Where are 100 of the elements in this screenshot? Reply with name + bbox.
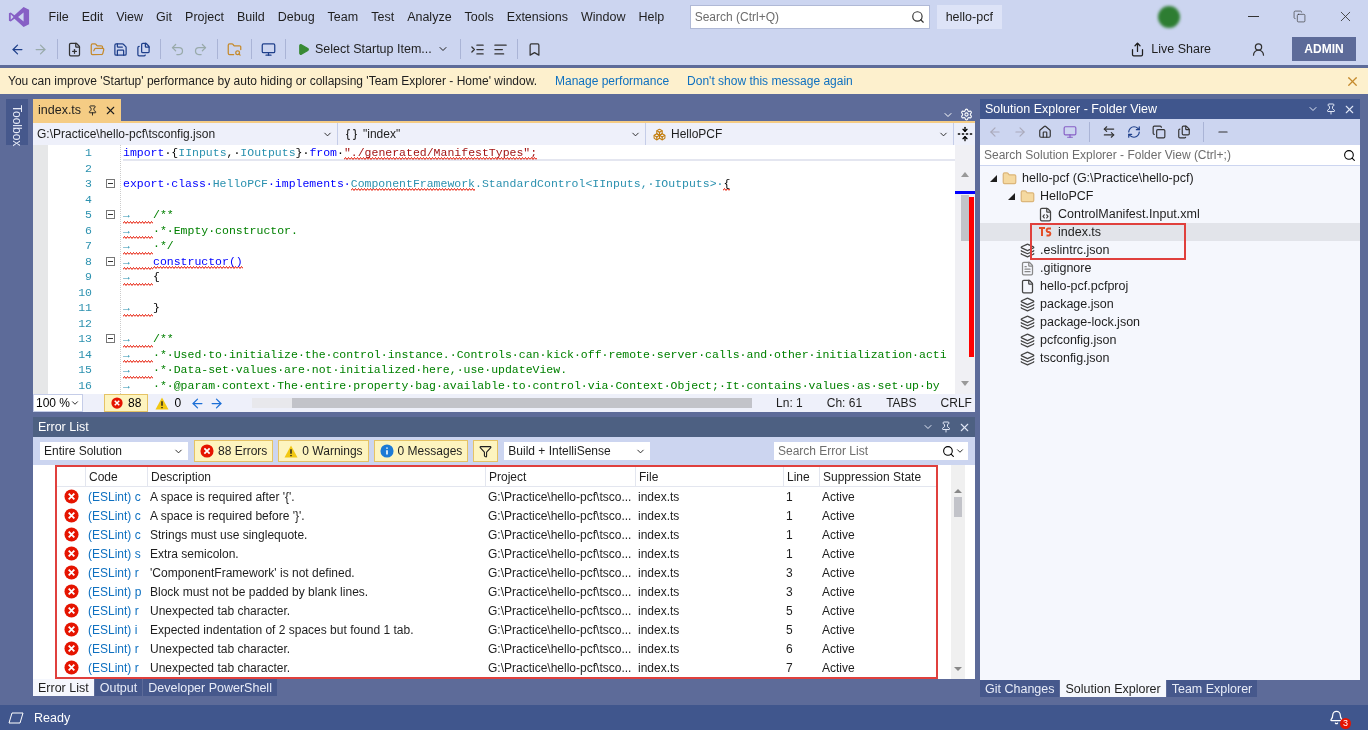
- warning-count-button[interactable]: 0: [148, 394, 189, 412]
- zoom-dropdown[interactable]: 100 %: [33, 394, 84, 412]
- tree-item[interactable]: ControlManifest.Input.xml: [980, 205, 1360, 223]
- toolbox-tab[interactable]: Toolbox: [5, 99, 28, 145]
- account-button[interactable]: ADMIN: [1292, 37, 1356, 61]
- source-dropdown[interactable]: Build + IntelliSense: [503, 441, 652, 461]
- error-code-link[interactable]: (ESLint) r: [85, 641, 147, 656]
- startup-item-button[interactable]: Select Startup Item...: [293, 40, 453, 58]
- tree-item[interactable]: hello-pcf.pcfproj: [980, 277, 1360, 295]
- pin-icon[interactable]: [1325, 103, 1337, 115]
- error-code-link[interactable]: (ESLint) c: [85, 508, 147, 523]
- show-all-files-icon[interactable]: [1177, 125, 1191, 139]
- error-code-link[interactable]: (ESLint) s: [85, 546, 147, 561]
- notifications-icon[interactable]: [1329, 710, 1344, 725]
- panel-tab[interactable]: Output: [94, 679, 143, 696]
- new-file-icon[interactable]: [67, 41, 82, 57]
- pin-icon[interactable]: [940, 421, 952, 433]
- save-icon[interactable]: [113, 41, 128, 57]
- menu-item[interactable]: Team: [321, 6, 365, 27]
- tree-item[interactable]: package.json: [980, 295, 1360, 313]
- collapse-all-icon[interactable]: [1152, 125, 1166, 139]
- error-code-link[interactable]: (ESLint) c: [85, 489, 147, 504]
- filter-button[interactable]: [473, 440, 499, 462]
- collapse-icon[interactable]: [105, 256, 115, 266]
- scope-dropdown[interactable]: Entire Solution: [39, 441, 189, 461]
- live-share-button[interactable]: Live Share: [1124, 40, 1217, 58]
- menu-item[interactable]: Extensions: [500, 6, 575, 27]
- tree-item[interactable]: package-lock.json: [980, 313, 1360, 331]
- indent-indicator[interactable]: TABS: [874, 396, 929, 410]
- menu-item[interactable]: Debug: [271, 6, 322, 27]
- error-code-link[interactable]: (ESLint) c: [85, 527, 147, 542]
- search-box[interactable]: Search Error List: [773, 441, 969, 461]
- vertical-scrollbar[interactable]: [951, 465, 965, 679]
- tree-item[interactable]: index.ts: [980, 223, 1360, 241]
- error-count-button[interactable]: 88: [104, 394, 149, 412]
- collapse-icon[interactable]: [105, 334, 115, 344]
- filter-toggle[interactable]: 88 Errors: [194, 440, 274, 462]
- refresh-icon[interactable]: [1127, 125, 1141, 139]
- document-tab[interactable]: index.ts: [33, 99, 122, 121]
- tree-item[interactable]: hello-pcf (G:\Practice\hello-pcf): [980, 169, 1360, 187]
- menu-item[interactable]: File: [42, 6, 76, 27]
- column-header[interactable]: Line: [783, 467, 819, 487]
- split-icon[interactable]: [957, 126, 973, 142]
- bookmark-icon[interactable]: [526, 41, 542, 57]
- monitor-icon[interactable]: [261, 41, 276, 57]
- panel-tab[interactable]: Team Explorer: [1166, 680, 1258, 697]
- info-link[interactable]: Don't show this message again: [687, 74, 853, 88]
- panel-tab[interactable]: Solution Explorer: [1060, 680, 1166, 697]
- align-icon[interactable]: [492, 41, 508, 57]
- panel-tab[interactable]: Error List: [33, 679, 94, 696]
- tree-item[interactable]: tsconfig.json: [980, 349, 1360, 367]
- menu-item[interactable]: Test: [364, 6, 401, 27]
- table-cell-text: Active: [821, 660, 856, 675]
- column-header[interactable]: Description: [147, 467, 485, 487]
- error-code-link[interactable]: (ESLint) r: [85, 660, 147, 675]
- menu-item[interactable]: View: [109, 6, 150, 27]
- previous-icon[interactable]: [190, 395, 206, 411]
- column-header[interactable]: Suppression State: [819, 467, 936, 487]
- back-icon[interactable]: [10, 41, 25, 57]
- error-code-link[interactable]: (ESLint) i: [85, 622, 147, 637]
- error-code-link[interactable]: (ESLint) r: [85, 603, 147, 618]
- collapse-icon[interactable]: [105, 210, 115, 220]
- column-header[interactable]: Project: [485, 467, 635, 487]
- tree-item[interactable]: .eslintrc.json: [980, 241, 1360, 259]
- next-icon[interactable]: [209, 395, 225, 411]
- menu-item[interactable]: Help: [631, 6, 671, 27]
- avatar[interactable]: [1158, 5, 1180, 28]
- column-header[interactable]: File: [635, 467, 783, 487]
- expanded-arrow-icon[interactable]: [1007, 192, 1015, 200]
- feedback-icon[interactable]: [1251, 41, 1266, 57]
- tree-item[interactable]: HelloPCF: [980, 187, 1360, 205]
- menu-item[interactable]: Git: [149, 6, 179, 27]
- class-icon: [653, 127, 666, 141]
- menu-item[interactable]: Edit: [75, 6, 110, 27]
- column-header[interactable]: Code: [85, 467, 147, 487]
- search-field[interactable]: Search Error List: [774, 442, 942, 460]
- menu-item[interactable]: Analyze: [400, 6, 459, 27]
- panel-tab[interactable]: Git Changes: [980, 680, 1060, 697]
- line-ending-indicator[interactable]: CRLF: [928, 396, 984, 410]
- settings-icon[interactable]: [960, 108, 973, 121]
- info-link[interactable]: Manage performance: [555, 74, 670, 88]
- menu-item[interactable]: Tools: [458, 6, 501, 27]
- horizontal-scrollbar[interactable]: [252, 398, 753, 408]
- expanded-arrow-icon[interactable]: [989, 174, 997, 182]
- filter-toggle[interactable]: 0 Warnings: [278, 440, 369, 462]
- collapse-icon[interactable]: [105, 179, 115, 189]
- tree-item[interactable]: pcfconfig.json: [980, 331, 1360, 349]
- indent-icon[interactable]: [469, 41, 485, 57]
- filter-toggle[interactable]: 0 Messages: [373, 440, 469, 462]
- error-code-link[interactable]: (ESLint) r: [85, 565, 147, 580]
- error-code-link[interactable]: (ESLint) p: [85, 584, 147, 599]
- panel-tab[interactable]: Developer PowerShell: [143, 679, 277, 696]
- menu-item[interactable]: Project: [178, 6, 231, 27]
- menu-item[interactable]: Window: [574, 6, 632, 27]
- save-all-icon[interactable]: [136, 41, 151, 57]
- sync-icon[interactable]: [1102, 125, 1116, 139]
- menu-item[interactable]: Build: [230, 6, 272, 27]
- vertical-scrollbar[interactable]: [955, 145, 975, 394]
- home-icon[interactable]: [1038, 125, 1052, 139]
- tree-item[interactable]: .gitignore: [980, 259, 1360, 277]
